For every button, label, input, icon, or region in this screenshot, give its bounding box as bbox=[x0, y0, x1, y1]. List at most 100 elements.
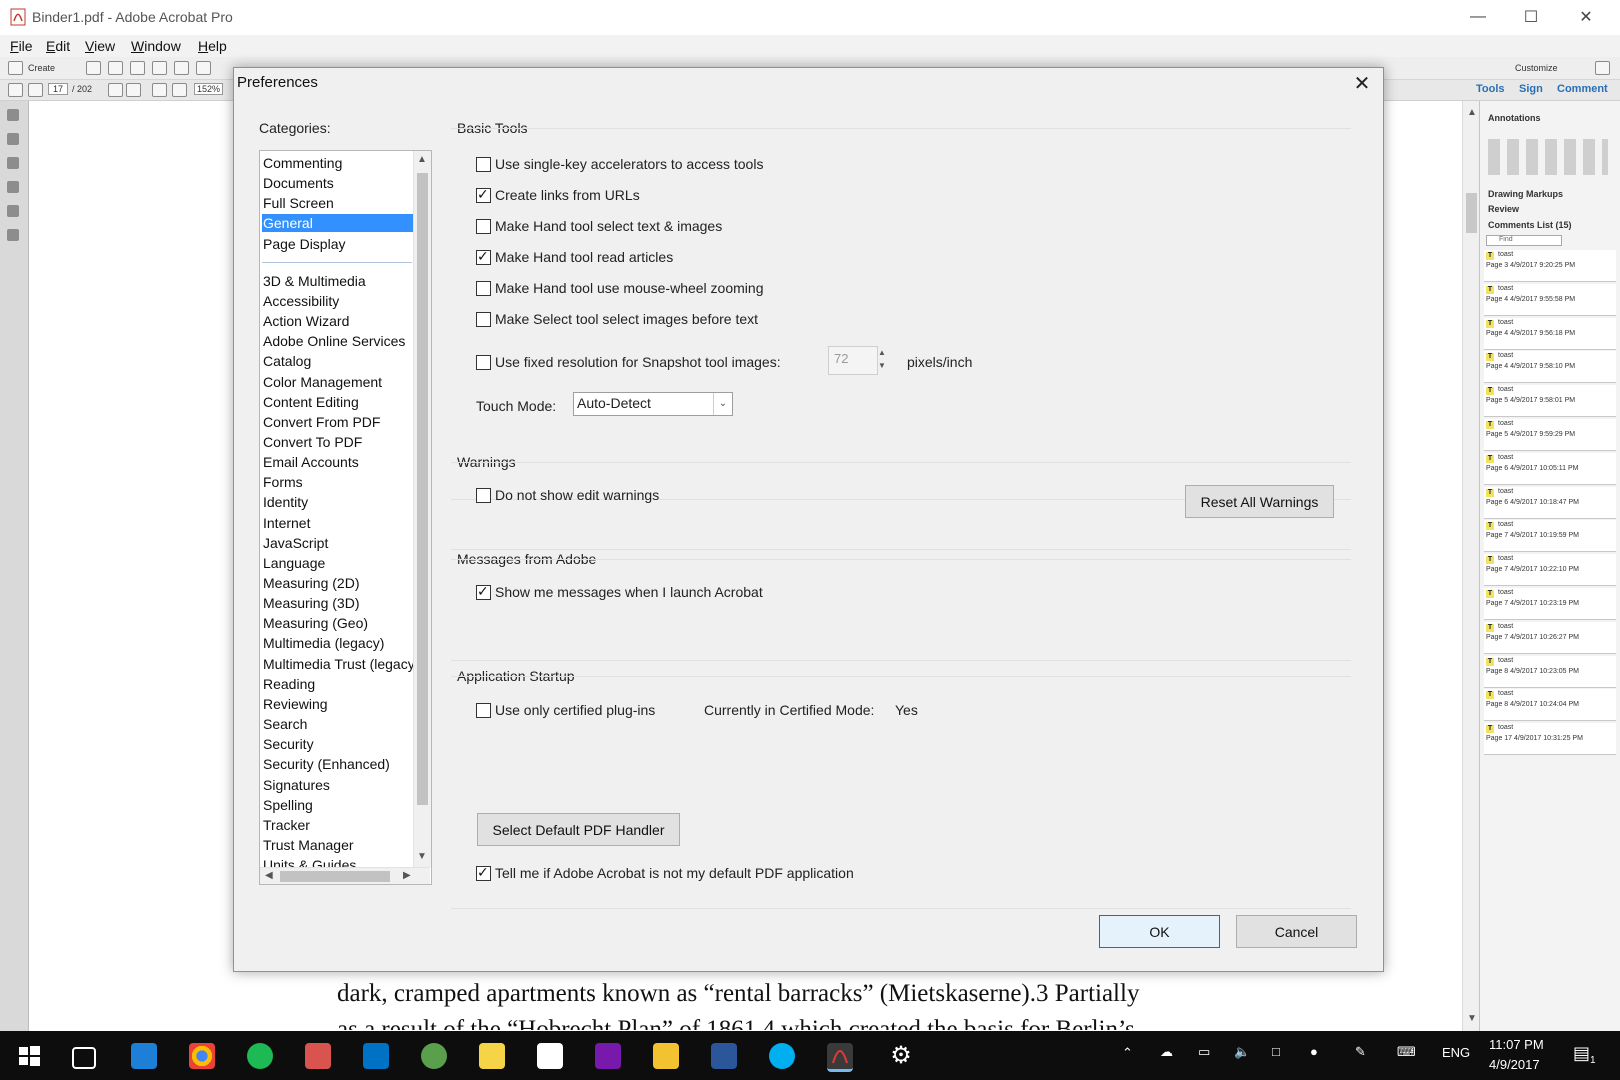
minimize-button[interactable]: — bbox=[1455, 4, 1501, 30]
scroll-down-icon[interactable]: ▼ bbox=[417, 851, 427, 862]
comment-item[interactable]: Ttoast Page 17 4/9/2017 10:31:25 PM bbox=[1484, 723, 1616, 756]
cloud-icon[interactable] bbox=[130, 61, 145, 75]
snapshot-resolution-checkbox[interactable] bbox=[476, 355, 491, 370]
page-number-input[interactable]: 17 bbox=[48, 83, 69, 95]
category-item[interactable]: Security bbox=[262, 735, 314, 753]
document-scrollbar[interactable]: ▲ ▼ bbox=[1462, 101, 1480, 1031]
quick-search-icon[interactable] bbox=[537, 1043, 563, 1069]
pen-icon[interactable]: ✎ bbox=[1355, 1044, 1366, 1060]
spinner-up-icon[interactable]: ▲ bbox=[878, 348, 886, 357]
category-item[interactable]: Adobe Online Services bbox=[262, 332, 405, 350]
category-item[interactable]: Security (Enhanced) bbox=[262, 755, 390, 773]
task-view-icon[interactable] bbox=[72, 1047, 96, 1069]
tags-icon[interactable] bbox=[7, 229, 19, 241]
category-item[interactable]: 3D & Multimedia bbox=[262, 272, 366, 290]
zoom-in-icon[interactable] bbox=[172, 83, 187, 97]
save-icon[interactable] bbox=[108, 61, 123, 75]
category-item[interactable]: Reading bbox=[262, 675, 315, 693]
tab-comment[interactable]: Comment bbox=[1557, 83, 1608, 95]
select-default-pdf-handler-button[interactable]: Select Default PDF Handler bbox=[477, 813, 680, 846]
create-button[interactable]: Create bbox=[28, 63, 55, 73]
drawing-markups-header[interactable]: Drawing Markups bbox=[1488, 189, 1563, 199]
comments-list-header[interactable]: Comments List (15) bbox=[1488, 220, 1572, 230]
basic-tools-option-checkbox[interactable] bbox=[476, 312, 491, 327]
comment-item[interactable]: Ttoast Page 4 4/9/2017 9:58:10 PM bbox=[1484, 351, 1616, 384]
hand-tool-icon[interactable] bbox=[126, 83, 141, 97]
comment-item[interactable]: Ttoast Page 8 4/9/2017 10:23:05 PM bbox=[1484, 655, 1616, 688]
category-item[interactable]: Identity bbox=[262, 493, 308, 511]
layers-icon[interactable] bbox=[7, 205, 19, 217]
category-item[interactable]: Catalog bbox=[262, 352, 311, 370]
spotify-icon[interactable] bbox=[247, 1043, 273, 1069]
globe-icon[interactable] bbox=[421, 1043, 447, 1069]
clock-time[interactable]: 11:07 PM bbox=[1489, 1037, 1544, 1052]
category-item[interactable]: Measuring (2D) bbox=[262, 574, 359, 592]
category-item[interactable]: Action Wizard bbox=[262, 312, 349, 330]
start-button[interactable] bbox=[16, 1043, 42, 1069]
basic-tools-option-checkbox[interactable] bbox=[476, 281, 491, 296]
category-item[interactable]: Internet bbox=[262, 514, 310, 532]
word-icon[interactable] bbox=[711, 1043, 737, 1069]
bookmarks-icon[interactable] bbox=[7, 133, 19, 145]
edge-icon[interactable] bbox=[131, 1043, 157, 1069]
basic-tools-option-checkbox[interactable] bbox=[476, 248, 491, 265]
action-center-icon[interactable]: ▤ bbox=[1573, 1043, 1590, 1064]
chrome-icon[interactable] bbox=[189, 1043, 215, 1069]
menu-file[interactable]: File bbox=[10, 38, 33, 54]
category-item[interactable]: Full Screen bbox=[262, 194, 334, 212]
annotations-header[interactable]: Annotations bbox=[1488, 113, 1541, 123]
category-item[interactable]: Language bbox=[262, 554, 325, 572]
acrobat-taskbar-icon[interactable] bbox=[827, 1043, 853, 1072]
category-item[interactable]: Commenting bbox=[262, 154, 342, 172]
categories-vertical-scrollbar[interactable]: ▲ ▼ bbox=[413, 151, 431, 867]
dialog-close-button[interactable]: ✕ bbox=[1344, 68, 1380, 98]
comment-item[interactable]: Ttoast Page 7 4/9/2017 10:26:27 PM bbox=[1484, 621, 1616, 654]
comment-item[interactable]: Ttoast Page 8 4/9/2017 10:24:04 PM bbox=[1484, 689, 1616, 722]
comment-find-input[interactable]: Find bbox=[1486, 235, 1562, 246]
category-item[interactable]: Convert From PDF bbox=[262, 413, 380, 431]
spinner-down-icon[interactable]: ▼ bbox=[878, 361, 886, 370]
basic-tools-option-checkbox[interactable] bbox=[476, 219, 491, 234]
scroll-right-icon[interactable]: ▶ bbox=[403, 870, 411, 881]
comment-item[interactable]: Ttoast Page 3 4/9/2017 9:20:25 PM bbox=[1484, 250, 1616, 282]
menu-help[interactable]: Help bbox=[198, 38, 227, 54]
category-item[interactable]: Page Display bbox=[262, 235, 346, 253]
zoom-out-icon[interactable] bbox=[152, 83, 167, 97]
volume-icon[interactable]: 🔈 bbox=[1234, 1044, 1250, 1060]
category-item[interactable]: Trust Manager bbox=[262, 836, 354, 854]
category-item[interactable]: Tracker bbox=[262, 816, 310, 834]
certified-plugins-checkbox[interactable] bbox=[476, 703, 491, 718]
clock-date[interactable]: 4/9/2017 bbox=[1489, 1057, 1540, 1072]
snipping-tool-icon[interactable] bbox=[305, 1043, 331, 1069]
category-item[interactable]: Search bbox=[262, 715, 307, 733]
edit-warnings-checkbox[interactable] bbox=[476, 488, 491, 503]
category-item[interactable]: JavaScript bbox=[262, 534, 328, 552]
basic-tools-option-checkbox[interactable] bbox=[476, 186, 491, 203]
document-scroll-thumb[interactable] bbox=[1466, 193, 1477, 233]
close-window-button[interactable]: ✕ bbox=[1563, 4, 1609, 30]
category-item[interactable]: Documents bbox=[262, 174, 334, 192]
menu-edit[interactable]: Edit bbox=[46, 38, 70, 54]
show-hidden-icons-icon[interactable]: ⌃ bbox=[1122, 1045, 1133, 1061]
categories-list[interactable]: Commenting Documents Full Screen General Pag… bbox=[259, 150, 432, 885]
categories-scroll-thumb[interactable] bbox=[417, 173, 428, 805]
email-icon[interactable] bbox=[196, 61, 211, 75]
comment-item[interactable]: Ttoast Page 5 4/9/2017 9:58:01 PM bbox=[1484, 385, 1616, 418]
open-icon[interactable] bbox=[86, 61, 101, 75]
ok-button[interactable]: OK bbox=[1099, 915, 1220, 948]
category-item[interactable]: Convert To PDF bbox=[262, 433, 362, 451]
review-header[interactable]: Review bbox=[1488, 204, 1519, 214]
settings-gear-icon[interactable]: ⚙ bbox=[888, 1043, 914, 1069]
touch-mode-select[interactable]: Auto-Detect ⌄ bbox=[573, 392, 733, 416]
skype-icon[interactable] bbox=[769, 1043, 795, 1069]
category-item[interactable]: Multimedia Trust (legacy) bbox=[262, 655, 419, 673]
category-item[interactable]: Email Accounts bbox=[262, 453, 359, 471]
category-item[interactable]: Reviewing bbox=[262, 695, 328, 713]
battery-icon[interactable]: ▭ bbox=[1198, 1044, 1210, 1060]
category-item[interactable]: Multimedia (legacy) bbox=[262, 634, 384, 652]
weather-icon[interactable]: ● bbox=[1310, 1044, 1318, 1059]
category-item[interactable]: Accessibility bbox=[262, 292, 339, 310]
snapshot-resolution-input[interactable]: 72 ▲ ▼ bbox=[828, 346, 886, 375]
category-item[interactable]: Forms bbox=[262, 473, 303, 491]
categories-hscroll-thumb[interactable] bbox=[280, 871, 390, 882]
